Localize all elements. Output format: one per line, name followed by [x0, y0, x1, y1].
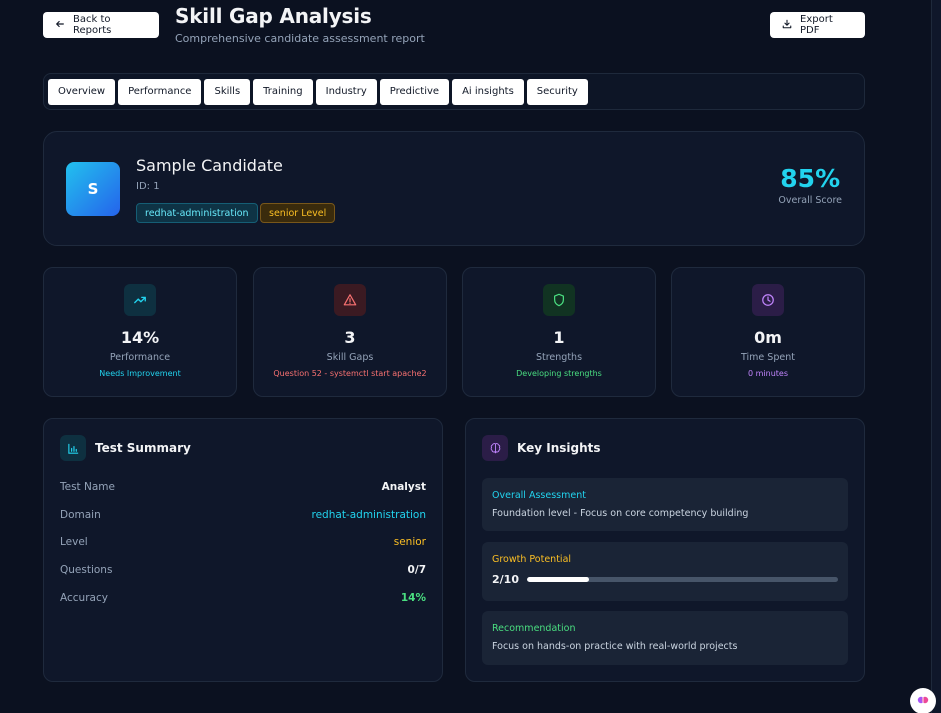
tab-predictive[interactable]: Predictive — [379, 78, 450, 105]
level-badge: senior Level — [260, 203, 336, 223]
tab-industry[interactable]: Industry — [315, 78, 377, 105]
report-tabs: Overview Performance Skills Training Ind… — [43, 73, 865, 110]
tab-skills[interactable]: Skills — [204, 78, 251, 105]
brain-icon — [482, 435, 508, 461]
trending-up-icon — [124, 284, 156, 316]
stat-subtext: Developing strengths — [516, 369, 602, 378]
summary-key: Domain — [60, 509, 101, 521]
growth-progress-track — [526, 577, 838, 582]
avatar: S — [66, 162, 120, 216]
overall-score-label: Overall Score — [778, 195, 842, 206]
stat-value: 1 — [553, 328, 565, 347]
candidate-card: S Sample Candidate ID: 1 redhat-administ… — [43, 131, 865, 246]
download-icon — [782, 19, 792, 32]
summary-value: Analyst — [381, 481, 426, 493]
summary-row: Test Name Analyst — [60, 481, 426, 493]
stat-label: Time Spent — [741, 352, 795, 363]
overall-assessment-card: Overall Assessment Foundation level - Fo… — [482, 478, 848, 531]
recommendation-text: Focus on hands-on practice with real-wor… — [492, 641, 738, 652]
stat-card-performance: 14% Performance Needs Improvement — [43, 267, 237, 397]
summary-key: Level — [60, 536, 88, 548]
summary-key: Test Name — [60, 481, 115, 493]
recommendation-title: Recommendation — [492, 623, 576, 634]
stat-card-strengths: 1 Strengths Developing strengths — [462, 267, 656, 397]
summary-row: Questions 0/7 — [60, 564, 426, 576]
shield-icon — [543, 284, 575, 316]
export-label: Export PDF — [800, 14, 833, 36]
stat-label: Performance — [109, 352, 171, 363]
arrow-left-icon — [55, 19, 65, 32]
page-subtitle: Comprehensive candidate assessment repor… — [175, 32, 425, 45]
candidate-name: Sample Candidate — [136, 156, 283, 175]
tab-overview[interactable]: Overview — [48, 78, 116, 105]
growth-progress: 2/10 — [492, 573, 838, 586]
stat-subtext: Question 52 - systemctl start apache2 — [273, 369, 427, 378]
tab-security[interactable]: Security — [526, 78, 588, 105]
summary-value: senior — [393, 536, 426, 548]
stat-label: Skill Gaps — [326, 352, 374, 363]
key-insights-title: Key Insights — [517, 441, 601, 455]
page-title: Skill Gap Analysis — [175, 4, 372, 28]
growth-potential-title: Growth Potential — [492, 554, 572, 565]
recommendation-card: Recommendation Focus on hands-on practic… — [482, 611, 848, 665]
tab-training[interactable]: Training — [253, 78, 313, 105]
tab-performance[interactable]: Performance — [118, 78, 202, 105]
summary-key: Accuracy — [60, 592, 108, 604]
overall-score-value: 85% — [780, 164, 841, 193]
summary-row: Accuracy 14% — [60, 592, 426, 604]
back-label: Back to Reports — [73, 14, 112, 36]
candidate-id: ID: 1 — [136, 181, 160, 192]
overall-score: 85% Overall Score — [778, 166, 842, 206]
summary-key: Questions — [60, 564, 113, 576]
stat-value: 14% — [120, 328, 160, 347]
summary-value: 14% — [400, 592, 426, 604]
growth-score: 2/10 — [492, 573, 519, 586]
test-summary-panel: Test Summary Test Name Analyst Domain re… — [43, 418, 443, 682]
stat-subtext: Needs Improvement — [99, 369, 181, 378]
key-insights-header: Key Insights — [482, 435, 601, 461]
stat-subtext: 0 minutes — [747, 369, 788, 378]
test-summary-title: Test Summary — [95, 441, 191, 455]
summary-value: 0/7 — [407, 564, 426, 576]
export-pdf-button[interactable]: Export PDF — [770, 12, 865, 38]
brain-icon — [916, 692, 930, 711]
stat-card-time-spent: 0m Time Spent 0 minutes — [671, 267, 865, 397]
clock-icon — [752, 284, 784, 316]
bar-chart-icon — [60, 435, 86, 461]
overall-assessment-title: Overall Assessment — [492, 490, 586, 501]
stat-card-skill-gaps: 3 Skill Gaps Question 52 - systemctl sta… — [253, 267, 447, 397]
stat-label: Strengths — [535, 352, 583, 363]
key-insights-panel: Key Insights Overall Assessment Foundati… — [465, 418, 865, 682]
overall-assessment-text: Foundation level - Focus on core compete… — [492, 508, 749, 519]
right-scrollbar[interactable] — [931, 0, 941, 713]
summary-row: Domain redhat-administration — [60, 509, 426, 521]
stat-value: 3 — [344, 328, 356, 347]
back-to-reports-button[interactable]: Back to Reports — [43, 12, 159, 38]
stat-value: 0m — [754, 328, 782, 347]
growth-progress-fill — [526, 577, 590, 582]
test-summary-header: Test Summary — [60, 435, 191, 461]
domain-badge: redhat-administration — [136, 203, 258, 223]
growth-potential-card: Growth Potential 2/10 — [482, 542, 848, 601]
tab-ai-insights[interactable]: Ai insights — [452, 78, 524, 105]
summary-row: Level senior — [60, 536, 426, 548]
summary-value: redhat-administration — [311, 509, 426, 521]
alert-triangle-icon — [334, 284, 366, 316]
assistant-brain-button[interactable] — [910, 688, 936, 713]
